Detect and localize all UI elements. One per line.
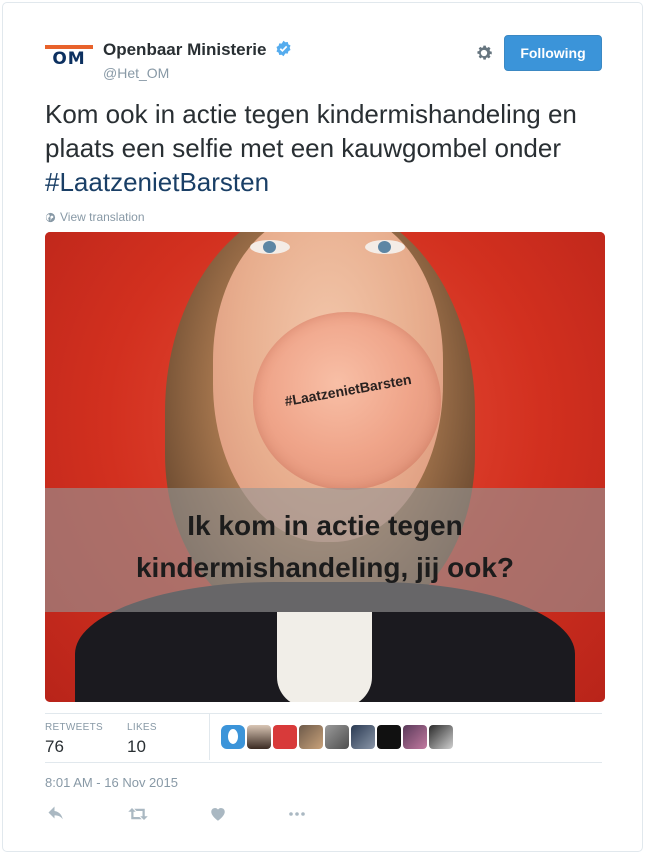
view-translation-label: View translation (60, 210, 145, 224)
likes-label: LIKES (127, 722, 157, 733)
liker-avatar[interactable] (403, 725, 427, 749)
likes-count: 10 (127, 737, 146, 756)
account-handle[interactable]: @Het_OM (103, 65, 169, 81)
liker-avatar[interactable] (221, 725, 245, 749)
account-name-text: Openbaar Ministerie (103, 40, 267, 59)
gear-icon[interactable] (474, 43, 494, 63)
liker-avatar[interactable] (351, 725, 375, 749)
more-icon[interactable] (287, 805, 307, 828)
globe-icon (45, 212, 56, 223)
likes-stat[interactable]: LIKES 10 (127, 722, 157, 757)
retweets-stat[interactable]: RETWEETS 76 (45, 722, 103, 757)
liker-avatar[interactable] (247, 725, 271, 749)
liker-avatars (221, 725, 455, 749)
following-button[interactable]: Following (504, 35, 602, 71)
liker-avatar[interactable] (429, 725, 453, 749)
reply-icon[interactable] (47, 805, 65, 828)
verified-badge-icon (275, 40, 292, 62)
view-translation-link[interactable]: View translation (45, 210, 145, 224)
retweets-label: RETWEETS (45, 722, 103, 733)
retweets-count: 76 (45, 737, 64, 756)
stats-divider (209, 714, 210, 760)
tweet-stats: RETWEETS 76 LIKES 10 (45, 713, 602, 763)
tweet-timestamp[interactable]: 8:01 AM - 16 Nov 2015 (45, 775, 178, 790)
image-caption-line2: kindermishandeling, jij ook? (135, 552, 515, 583)
image-right-eye (365, 240, 405, 254)
account-name[interactable]: Openbaar Ministerie (103, 40, 292, 62)
image-caption: Ik kom in actie tegen kindermishandeling… (45, 505, 605, 589)
tweet-text-body: Kom ook in actie tegen kindermishandelin… (45, 99, 577, 163)
liker-avatar[interactable] (273, 725, 297, 749)
tweet-image[interactable]: #LaatzenietBarsten Ik kom in actie tegen… (45, 232, 605, 702)
tweet-text: Kom ook in actie tegen kindermishandelin… (45, 97, 615, 199)
account-avatar[interactable]: OM (45, 45, 93, 71)
tweet-actions (45, 805, 345, 829)
tweet-header: OM Openbaar Ministerie @Het_OM Following (45, 35, 602, 83)
image-left-eye (250, 240, 290, 254)
liker-avatar[interactable] (377, 725, 401, 749)
hashtag-link[interactable]: #LaatzenietBarsten (45, 167, 269, 197)
image-collar (277, 612, 372, 702)
image-caption-line1: Ik kom in actie tegen (187, 510, 463, 541)
logo-text: OM (52, 49, 86, 69)
liker-avatar[interactable] (299, 725, 323, 749)
tweet-card: OM Openbaar Ministerie @Het_OM Following… (2, 2, 643, 852)
retweet-icon[interactable] (127, 805, 149, 828)
liker-avatar[interactable] (325, 725, 349, 749)
like-icon[interactable] (209, 805, 227, 828)
